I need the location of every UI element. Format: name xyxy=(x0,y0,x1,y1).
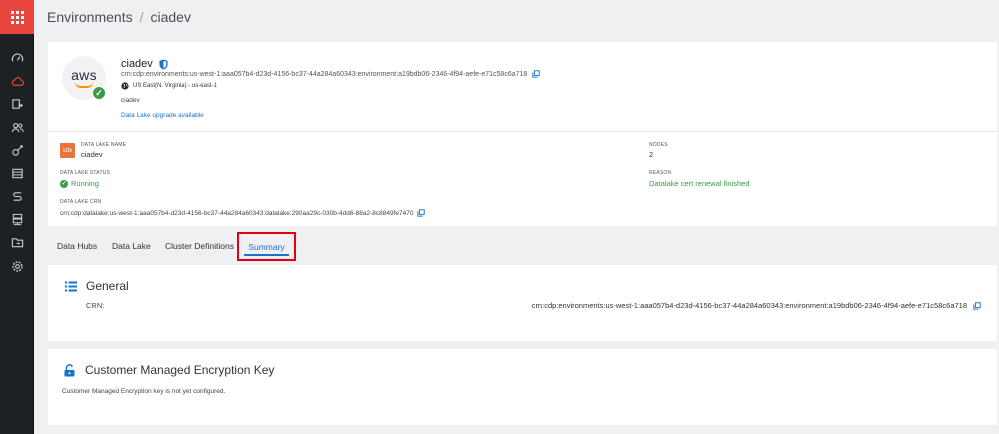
data-lake-upgrade-link[interactable]: Data Lake upgrade available xyxy=(121,112,204,119)
active-tab-underline xyxy=(244,254,289,256)
data-lake-crn-text: crn:cdp:datalake:us-west-1:aaa057b4-d23d… xyxy=(60,209,414,217)
data-transfer-nav-item[interactable] xyxy=(0,94,34,114)
settings-icon xyxy=(11,260,23,272)
key-icon xyxy=(11,144,23,156)
nodes-value: 2 xyxy=(649,150,654,159)
tab-data-lake[interactable]: Data Lake xyxy=(112,228,151,264)
region-text: US East(N. Virginia) - us-east-1 xyxy=(133,83,217,89)
storage-icon xyxy=(11,168,23,178)
apps-grid-icon xyxy=(10,10,24,24)
tab-summary-label: Summary xyxy=(248,241,285,252)
settings-nav-item[interactable] xyxy=(0,256,34,276)
lock-icon xyxy=(64,364,75,377)
environment-tabs: Data Hubs Data Lake Cluster Definitions … xyxy=(48,228,997,264)
users-nav-item[interactable] xyxy=(0,117,34,137)
crn-value: crn:cdp:environments:us-west-1:aaa057b4-… xyxy=(532,301,981,310)
check-icon: ✓ xyxy=(60,179,68,188)
left-nav-rail xyxy=(0,0,34,434)
data-lake-crn-label: DATA LAKE CRN xyxy=(60,199,102,205)
status-text: Running xyxy=(71,179,99,188)
dashboard-nav-item[interactable] xyxy=(0,48,34,68)
environment-region: US East(N. Virginia) - us-east-1 xyxy=(121,82,217,90)
environment-crn-text: crn:cdp:environments:us-west-1:aaa057b4-… xyxy=(121,70,528,78)
aws-smile-mark xyxy=(75,82,93,88)
flow-nav-item[interactable] xyxy=(0,186,34,206)
check-icon: ✓ xyxy=(92,86,106,100)
crn-label: CRN: xyxy=(86,301,105,310)
breadcrumb-separator: / xyxy=(139,9,144,25)
aws-logo-text: aws xyxy=(71,67,97,83)
tab-data-hubs[interactable]: Data Hubs xyxy=(57,228,97,264)
access-nav-item[interactable] xyxy=(0,140,34,160)
environment-details-panel: aws ✓ ciadev crn:cdp:environments:us-wes… xyxy=(48,42,997,226)
environment-crn: crn:cdp:environments:us-west-1:aaa057b4-… xyxy=(121,70,540,78)
environments-nav-item[interactable] xyxy=(0,71,34,91)
storage-nav-item[interactable] xyxy=(0,163,34,183)
shield-icon xyxy=(159,59,168,69)
environment-name-text: ciadev xyxy=(121,58,153,70)
reason-label: REASON xyxy=(649,170,672,176)
breadcrumb-root-link[interactable]: Environments xyxy=(47,9,133,25)
cmek-message: Customer Managed Encryption key is not y… xyxy=(62,388,226,395)
users-icon xyxy=(11,122,24,132)
globe-icon xyxy=(121,82,129,90)
list-icon xyxy=(65,281,77,292)
nodes-label: NODES xyxy=(649,142,668,148)
divider xyxy=(48,131,997,132)
environment-description: ciadev xyxy=(121,97,140,104)
environment-name: ciadev xyxy=(121,58,168,70)
flow-icon xyxy=(12,191,22,201)
data-transfer-icon xyxy=(11,98,23,109)
breadcrumb-current: ciadev xyxy=(150,9,191,25)
data-lake-name-label: DATA LAKE NAME xyxy=(81,142,127,148)
crn-value-text: crn:cdp:environments:us-west-1:aaa057b4-… xyxy=(531,301,967,310)
breadcrumb: Environments / ciadev xyxy=(34,0,999,34)
reason-value: Datalake cert renewal finished xyxy=(649,179,750,188)
cmek-section: Customer Managed Encryption Key Customer… xyxy=(48,349,997,425)
cmek-title: Customer Managed Encryption Key xyxy=(85,363,275,377)
data-lake-status-label: DATA LAKE STATUS xyxy=(60,170,111,176)
server-nav-item[interactable] xyxy=(0,209,34,229)
tab-cluster-definitions[interactable]: Cluster Definitions xyxy=(165,228,234,264)
copy-icon[interactable] xyxy=(417,209,426,217)
data-lake-name-value: ciadev xyxy=(81,150,103,159)
copy-icon[interactable] xyxy=(973,301,981,310)
folder-icon xyxy=(11,237,23,247)
sdx-badge: sdx xyxy=(60,143,75,158)
data-lake-crn-value: crn:cdp:datalake:us-west-1:aaa057b4-d23d… xyxy=(60,209,426,217)
aws-logo: aws ✓ xyxy=(62,56,106,100)
cloud-icon xyxy=(11,76,24,86)
copy-icon[interactable] xyxy=(532,70,540,78)
general-title: General xyxy=(86,279,129,293)
general-section: General CRN: crn:cdp:environments:us-wes… xyxy=(48,265,997,341)
dashboard-icon xyxy=(11,53,23,62)
data-lake-status-value: ✓ Running xyxy=(60,179,99,188)
tab-summary[interactable]: Summary xyxy=(237,232,296,261)
server-icon xyxy=(12,213,22,225)
folder-nav-item[interactable] xyxy=(0,232,34,252)
apps-grid-button[interactable] xyxy=(0,0,34,34)
